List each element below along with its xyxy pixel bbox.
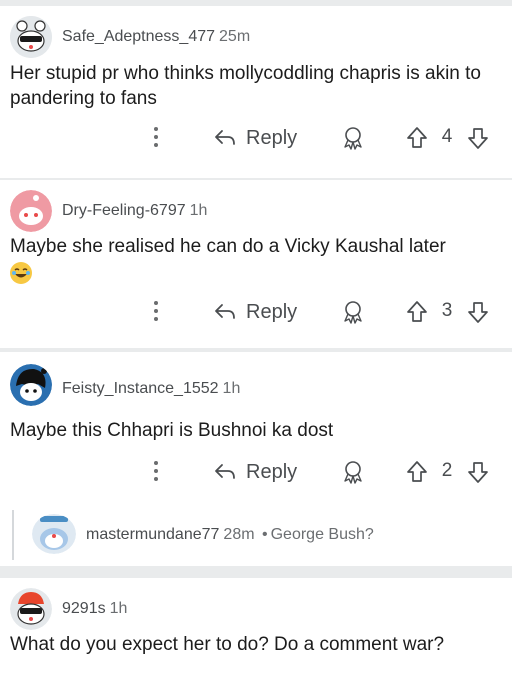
comment-meta: Dry-Feeling-6797 1h bbox=[62, 202, 207, 220]
comment-card: 9291s 1h What do you expect her to do? Do… bbox=[0, 578, 512, 673]
comment-meta: Safe_Adeptness_477 25m bbox=[62, 28, 250, 46]
reply-button[interactable]: Reply bbox=[214, 458, 297, 486]
timestamp: 1h bbox=[109, 600, 128, 617]
reply-arrow-icon bbox=[215, 130, 235, 145]
comment-card: Dry-Feeling-6797 1h Maybe she realised he… bbox=[0, 180, 512, 348]
vote-count: 2 bbox=[441, 460, 453, 481]
username-link[interactable]: Dry-Feeling-6797 bbox=[62, 202, 186, 219]
upvote-icon[interactable] bbox=[405, 125, 429, 151]
avatar[interactable] bbox=[10, 190, 52, 232]
reply-label: Reply bbox=[246, 460, 298, 483]
award-icon[interactable] bbox=[340, 299, 366, 325]
collapsed-reply[interactable]: mastermundane77 28m • George Bush? bbox=[24, 510, 504, 560]
timestamp: 28m bbox=[223, 526, 255, 543]
upvote-icon[interactable] bbox=[405, 459, 429, 485]
comment-body: Her stupid pr who thinks mollycoddling c… bbox=[10, 63, 481, 109]
avatar[interactable] bbox=[10, 588, 52, 630]
username-link[interactable]: 9291s bbox=[62, 600, 106, 617]
award-icon[interactable] bbox=[340, 125, 366, 151]
comment-actions: Reply 3 bbox=[0, 295, 512, 329]
comment-actions: Reply 4 bbox=[0, 121, 512, 155]
reply-snippet: George Bush? bbox=[270, 526, 374, 543]
username-link[interactable]: mastermundane77 bbox=[86, 526, 219, 543]
snoo-avatar-icon bbox=[10, 364, 52, 406]
reply-label: Reply bbox=[246, 126, 298, 149]
username-link[interactable]: Feisty_Instance_1552 bbox=[62, 380, 219, 397]
thread-line bbox=[12, 510, 14, 560]
comment-card: Safe_Adeptness_477 25m Her stupid pr who … bbox=[0, 6, 512, 178]
avatar bbox=[32, 514, 76, 554]
reply-label: Reply bbox=[246, 300, 298, 323]
snoo-avatar-icon bbox=[10, 16, 52, 58]
comment-meta: 9291s 1h bbox=[62, 600, 127, 618]
timestamp: 25m bbox=[219, 28, 251, 45]
laughing-emoji-icon bbox=[10, 262, 32, 284]
downvote-icon[interactable] bbox=[466, 459, 490, 485]
downvote-icon[interactable] bbox=[466, 299, 490, 325]
reply-arrow-icon bbox=[215, 304, 235, 319]
reply-meta: mastermundane77 28m • George Bush? bbox=[86, 526, 374, 544]
more-options-icon[interactable] bbox=[148, 123, 164, 153]
comment-card: Feisty_Instance_1552 1h Maybe this Chhapr… bbox=[0, 352, 512, 566]
more-options-icon[interactable] bbox=[148, 457, 164, 487]
comment-body: Maybe she realised he can do a Vicky Kau… bbox=[10, 236, 446, 257]
snoo-avatar-icon bbox=[32, 514, 76, 554]
timestamp: 1h bbox=[189, 202, 208, 219]
more-options-icon[interactable] bbox=[148, 297, 164, 327]
award-icon[interactable] bbox=[340, 459, 366, 485]
separator-dot: • bbox=[262, 526, 268, 543]
vote-count: 3 bbox=[441, 300, 453, 321]
reply-arrow-icon bbox=[215, 464, 235, 479]
upvote-icon[interactable] bbox=[405, 299, 429, 325]
vote-count: 4 bbox=[441, 126, 453, 147]
comment-actions: Reply 2 bbox=[0, 455, 512, 489]
snoo-avatar-icon bbox=[10, 588, 52, 630]
timestamp: 1h bbox=[222, 380, 241, 397]
comment-meta: Feisty_Instance_1552 1h bbox=[62, 380, 240, 398]
username-link[interactable]: Safe_Adeptness_477 bbox=[62, 28, 215, 45]
comment-body: What do you expect her to do? Do a comme… bbox=[10, 634, 445, 655]
downvote-icon[interactable] bbox=[466, 125, 490, 151]
avatar[interactable] bbox=[10, 364, 52, 406]
snoo-avatar-icon bbox=[10, 190, 52, 232]
reply-button[interactable]: Reply bbox=[214, 298, 297, 326]
reply-button[interactable]: Reply bbox=[214, 124, 297, 152]
comment-body: Maybe this Chhapri is Bushnoi ka dost bbox=[10, 420, 334, 441]
avatar[interactable] bbox=[10, 16, 52, 58]
